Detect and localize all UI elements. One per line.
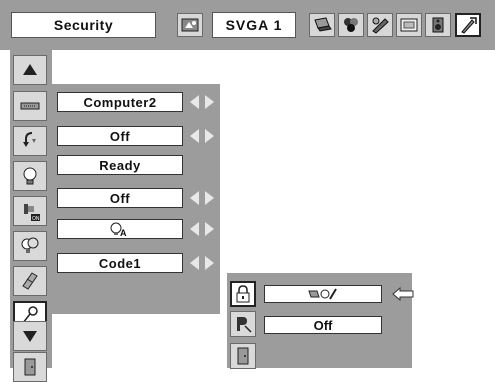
power-management-icon[interactable]: [13, 126, 47, 156]
remote-code-field[interactable]: Code1: [57, 253, 183, 273]
power-management-field[interactable]: Off: [57, 126, 183, 146]
lamp-icon[interactable]: [13, 161, 47, 191]
arrow-right-icon[interactable]: [205, 95, 214, 109]
input-icon[interactable]: [13, 91, 47, 121]
on-start-arrows[interactable]: [190, 189, 214, 207]
arrow-right-icon[interactable]: [205, 129, 214, 143]
remote-code-arrows[interactable]: [190, 254, 214, 272]
exit-icon[interactable]: [13, 352, 47, 382]
key-lock-icon: [308, 288, 337, 300]
lock-icon[interactable]: [230, 281, 256, 307]
lamp-mode-arrows[interactable]: [190, 220, 214, 238]
picture-adjust-icon[interactable]: [367, 13, 393, 37]
svg-text:ON: ON: [32, 216, 40, 222]
scroll-down-icon[interactable]: [13, 321, 47, 351]
arrow-left-icon[interactable]: [190, 222, 199, 236]
lamp-status-field: Ready: [57, 155, 183, 175]
arrow-left-icon: [392, 287, 414, 301]
arrow-right-icon[interactable]: [205, 222, 214, 236]
security-menu-panel: Computer2 Off Ready Off A Code1: [52, 84, 220, 314]
color-circles-icon[interactable]: [338, 13, 364, 37]
lamp-mode-icon[interactable]: [13, 231, 47, 261]
svg-text:A: A: [120, 228, 127, 237]
input-mode-display: SVGA 1: [212, 12, 296, 38]
computer-adjust-icon[interactable]: [177, 13, 203, 37]
scroll-up-icon[interactable]: [13, 55, 47, 85]
lamp-mode-field[interactable]: A: [57, 219, 183, 239]
wrench-icon[interactable]: [455, 13, 481, 37]
security-submenu: Off: [227, 273, 414, 369]
arrow-left-icon[interactable]: [190, 129, 199, 143]
menu-icon-column: ON: [10, 50, 52, 382]
on-start-field[interactable]: Off: [57, 188, 183, 208]
power-management-arrows[interactable]: [190, 127, 214, 145]
exit-door-icon[interactable]: [230, 343, 256, 369]
lamp-auto-icon: A: [110, 222, 127, 237]
arrow-left-icon[interactable]: [190, 256, 199, 270]
speaker-icon[interactable]: [425, 13, 451, 37]
on-start-icon[interactable]: ON: [13, 196, 47, 226]
arrow-left-icon[interactable]: [190, 95, 199, 109]
screen-icon[interactable]: [396, 13, 422, 37]
top-menu-bar: Security SVGA 1: [0, 0, 495, 50]
arrow-right-icon[interactable]: [205, 191, 214, 205]
pin-code-lock-field[interactable]: Off: [264, 316, 382, 334]
key-lock-field[interactable]: [264, 285, 382, 303]
menu-title: Security: [11, 12, 156, 38]
input-source-field[interactable]: Computer2: [57, 92, 183, 112]
arrow-left-icon[interactable]: [190, 191, 199, 205]
pin-code-icon[interactable]: [230, 311, 256, 337]
arrow-right-icon[interactable]: [205, 256, 214, 270]
filter-icon[interactable]: [13, 266, 47, 296]
laptop-icon[interactable]: [309, 13, 335, 37]
input-source-arrows[interactable]: [190, 93, 214, 111]
